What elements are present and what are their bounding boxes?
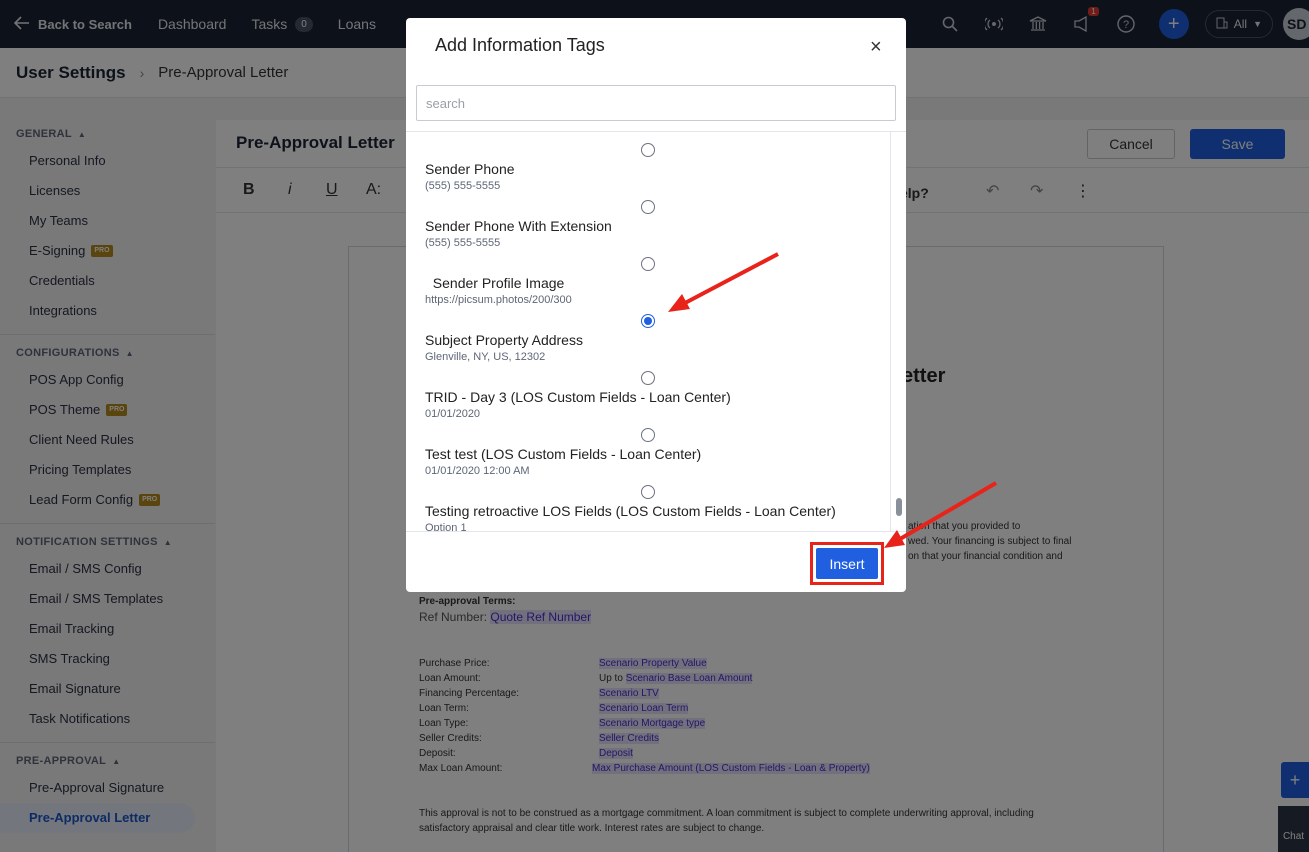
tag-option-value: Option 1	[425, 522, 467, 532]
insert-button[interactable]: Insert	[816, 548, 878, 579]
tag-option[interactable]: Sender Phone With Extension (555) 555-55…	[406, 200, 891, 257]
tag-option-label: Test test (LOS Custom Fields - Loan Cent…	[425, 446, 702, 462]
tag-radio[interactable]	[641, 143, 655, 157]
tag-option-value: (555) 555-5555	[425, 237, 501, 249]
tag-radio[interactable]	[641, 371, 655, 385]
tag-option-value: 01/01/2020	[425, 408, 481, 420]
tag-option-label: Sender Profile Image	[425, 275, 565, 291]
tag-radio[interactable]	[641, 200, 655, 214]
tag-radio[interactable]	[641, 428, 655, 442]
tag-option-label: TRID - Day 3 (LOS Custom Fields - Loan C…	[425, 389, 731, 405]
modal-title: Add Information Tags	[435, 35, 605, 55]
close-icon[interactable]: ×	[870, 36, 882, 59]
tag-option[interactable]: Testing retroactive LOS Fields (LOS Cust…	[406, 485, 891, 532]
tag-radio[interactable]	[641, 485, 655, 499]
tag-option-value: 01/01/2020 12:00 AM	[425, 465, 530, 477]
add-information-tags-modal: Add Information Tags × Sender Phone (555…	[406, 18, 906, 592]
tag-option-selected[interactable]: Subject Property Address Glenville, NY, …	[406, 314, 891, 371]
tag-option[interactable]: Sender Phone (555) 555-5555	[406, 143, 891, 200]
tag-option-label: Sender Phone	[425, 161, 515, 177]
tag-option-label: Sender Phone With Extension	[425, 218, 612, 234]
tag-radio-selected[interactable]	[641, 314, 655, 328]
tag-option-label: Testing retroactive LOS Fields (LOS Cust…	[425, 503, 836, 519]
tag-option-label: Subject Property Address	[425, 332, 583, 348]
tag-option[interactable]: Sender Profile Image https://picsum.phot…	[406, 257, 891, 314]
tag-option[interactable]: Test test (LOS Custom Fields - Loan Cent…	[406, 428, 891, 485]
tag-radio[interactable]	[641, 257, 655, 271]
insert-highlight-box: Insert	[810, 542, 884, 585]
tag-option-value: Glenville, NY, US, 12302	[425, 351, 546, 363]
tag-option-value: https://picsum.photos/200/300	[425, 294, 572, 306]
list-scrollbar[interactable]	[890, 132, 906, 531]
tag-option-value: (555) 555-5555	[425, 180, 501, 192]
tag-options-list[interactable]: Sender Phone (555) 555-5555 Sender Phone…	[406, 131, 906, 532]
tag-option[interactable]: TRID - Day 3 (LOS Custom Fields - Loan C…	[406, 371, 891, 428]
scrollbar-thumb[interactable]	[896, 498, 902, 516]
tag-search-input[interactable]	[416, 85, 896, 121]
